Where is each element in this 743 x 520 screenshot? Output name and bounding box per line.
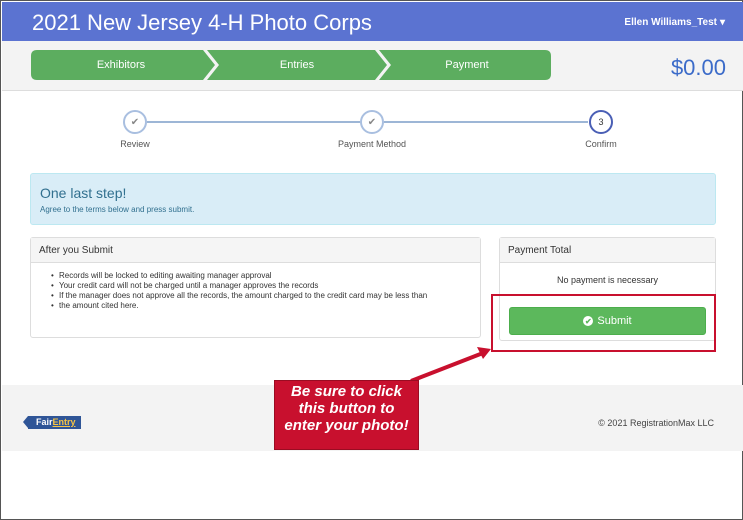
list-item: If the manager does not approve all the …	[51, 291, 480, 301]
step-connector	[384, 121, 588, 123]
app-title[interactable]: 2021 New Jersey 4-H Photo Corps	[32, 10, 372, 36]
callout-line: Be sure to click	[291, 383, 402, 400]
instruction-callout: Be sure to click this button to enter yo…	[274, 380, 419, 450]
checkout-stepper: ✔ Review ✔ Payment Method 3 Confirm	[1, 91, 743, 171]
payment-total-title: Payment Total	[500, 238, 715, 263]
step-confirm-number: 3	[589, 110, 613, 134]
list-item-continuation: the amount cited here.	[51, 301, 480, 311]
after-submit-title: After you Submit	[31, 238, 480, 263]
step-payment-check-icon: ✔	[360, 110, 384, 134]
user-name: Ellen Williams_Test	[624, 17, 717, 28]
step-connector	[147, 121, 360, 123]
highlight-box	[491, 294, 716, 352]
logo-text-entry: Entry	[52, 417, 76, 427]
cart-total: $0.00	[670, 55, 726, 80]
step-confirm-label: Confirm	[585, 139, 617, 149]
alert-text: Agree to the terms below and press submi…	[40, 205, 195, 214]
breadcrumb-entries[interactable]: Entries	[211, 50, 383, 80]
app-window: 2021 New Jersey 4-H Photo Corps Ellen Wi…	[0, 0, 743, 520]
copyright-text: © 2021 RegistrationMax LLC	[598, 418, 714, 428]
fairentry-logo[interactable]: FairEntry	[23, 416, 81, 429]
caret-down-icon: ▾	[719, 17, 725, 28]
list-item: Records will be locked to editing awaiti…	[51, 271, 480, 281]
top-navbar: 2021 New Jersey 4-H Photo Corps Ellen Wi…	[2, 2, 743, 41]
step-payment-label: Payment Method	[337, 139, 407, 149]
user-menu[interactable]: Ellen Williams_Test ▾	[624, 17, 725, 28]
list-item: Your credit card will not be charged unt…	[51, 281, 480, 291]
breadcrumb-payment[interactable]: Payment	[383, 50, 551, 80]
callout-line: this button to	[298, 400, 395, 417]
callout-line: enter your photo!	[284, 417, 409, 434]
after-submit-list: Records will be locked to editing awaiti…	[31, 263, 480, 311]
breadcrumb-exhibitors[interactable]: Exhibitors	[31, 50, 211, 80]
progress-bar: Exhibitors Entries Payment $0.00	[2, 41, 743, 91]
breadcrumb: Exhibitors Entries Payment	[31, 50, 551, 80]
step-review-check-icon: ✔	[123, 110, 147, 134]
step-review-label: Review	[120, 139, 150, 149]
no-payment-message: No payment is necessary	[556, 275, 659, 285]
info-alert: One last step! Agree to the terms below …	[30, 173, 716, 225]
logo-text-fair: Fair	[36, 417, 53, 427]
after-submit-panel: After you Submit Records will be locked …	[30, 237, 481, 338]
alert-heading: One last step!	[40, 185, 127, 201]
